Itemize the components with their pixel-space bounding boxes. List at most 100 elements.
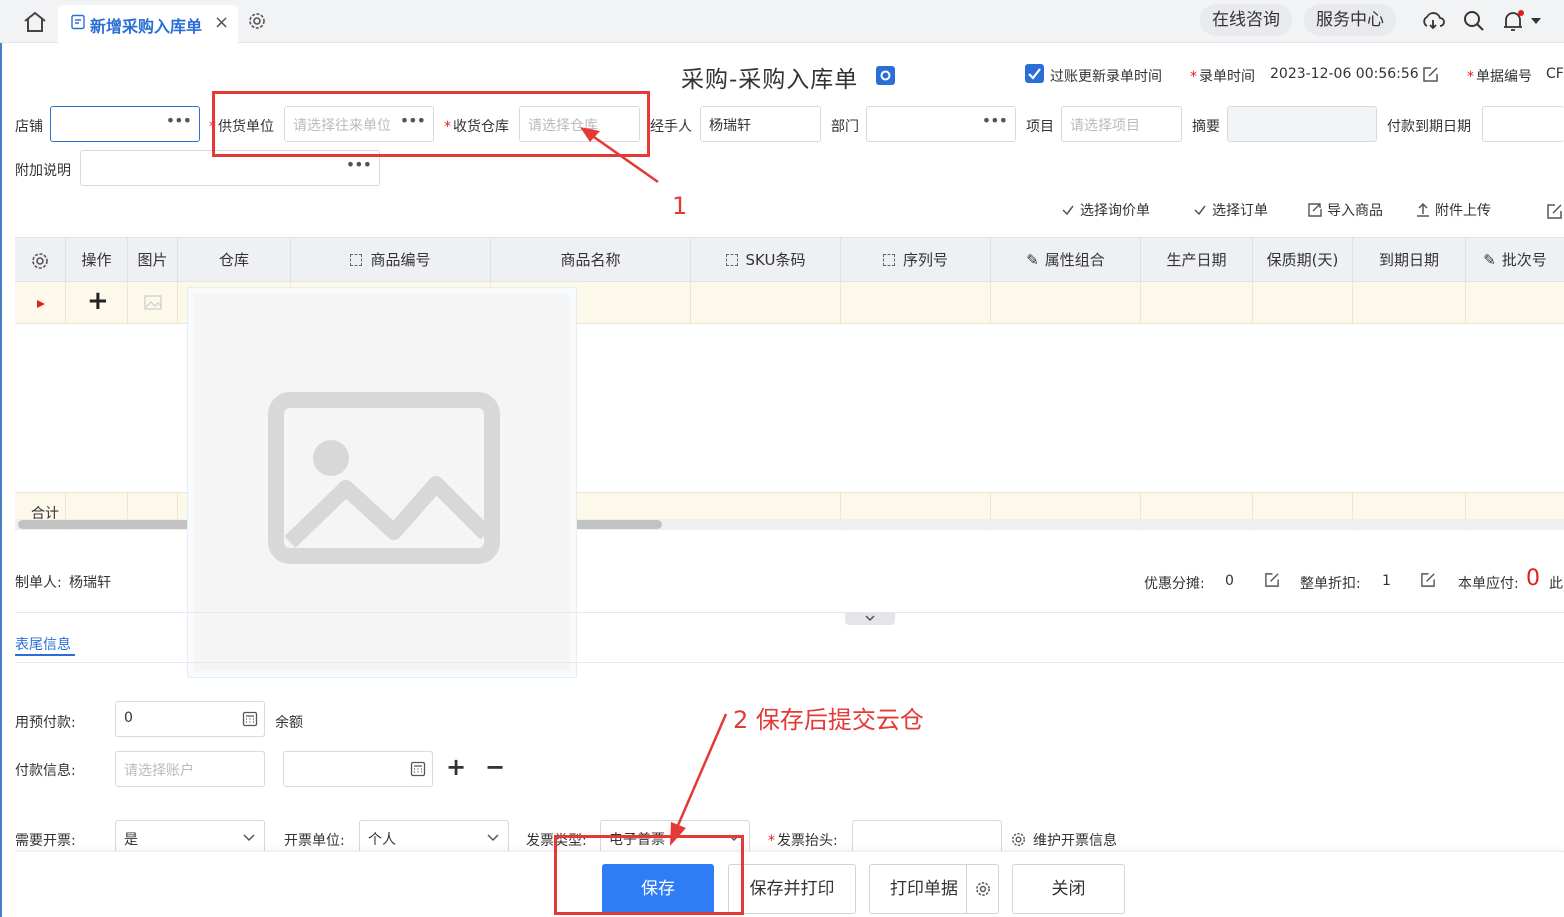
page-title: 采购-采购入库单	[681, 67, 859, 93]
shop-label: 店铺	[15, 119, 43, 135]
remark-label: 附加说明	[15, 163, 71, 179]
close-icon[interactable]: ×	[214, 12, 229, 33]
print-doc-button[interactable]: 打印单据	[869, 864, 999, 914]
more-icon[interactable]: •••	[982, 111, 1008, 130]
import-icon	[1308, 203, 1322, 217]
gear-icon[interactable]	[876, 66, 895, 85]
payable-suffix: 此	[1549, 576, 1563, 592]
column-settings[interactable]	[15, 238, 66, 283]
gear-icon[interactable]	[29, 250, 51, 272]
scan-icon	[725, 254, 738, 266]
col-header-warehouse: 仓库	[178, 238, 291, 283]
doc-no-label: * 单据编号	[1467, 69, 1532, 85]
col-header-batch: ✎ 批次号	[1483, 251, 1547, 269]
divider	[15, 612, 1564, 613]
divider	[15, 662, 1564, 663]
chevron-down-icon	[865, 615, 875, 622]
col-header-ops: 操作	[66, 238, 128, 283]
handler-input[interactable]: 杨瑞轩	[700, 106, 821, 142]
due-date-input[interactable]	[1482, 106, 1564, 142]
annotation-label-2: 2 保存后提交云仓	[733, 706, 924, 734]
remove-payment-button[interactable]: −	[485, 753, 505, 781]
collapse-toggle[interactable]	[845, 612, 895, 625]
attach-upload-button[interactable]: 附件上传	[1415, 200, 1491, 220]
gear-icon[interactable]	[974, 880, 992, 898]
dept-input[interactable]: •••	[866, 106, 1016, 142]
save-print-button[interactable]: 保存并打印	[728, 864, 856, 914]
scan-icon	[350, 254, 363, 266]
select-inquiry-button[interactable]: 选择询价单	[1060, 200, 1150, 220]
calculator-icon[interactable]	[242, 711, 258, 727]
tab-tail-info[interactable]: 表尾信息	[15, 634, 71, 654]
close-button[interactable]: 关闭	[1012, 864, 1125, 914]
prepay-input[interactable]: 0	[115, 701, 265, 737]
import-goods-button[interactable]: 导入商品	[1307, 200, 1383, 220]
gear-icon[interactable]	[246, 10, 268, 32]
whole-discount-value: 1	[1382, 573, 1391, 589]
upload-icon	[1417, 202, 1429, 217]
more-icon[interactable]: •••	[166, 111, 192, 130]
invoice-title-label: * 发票抬头:	[768, 833, 838, 849]
pencil-icon: ✎	[1026, 251, 1039, 269]
col-header-attrs: ✎ 属性组合	[991, 238, 1141, 283]
project-input[interactable]: 请选择项目	[1061, 106, 1182, 142]
document-icon	[71, 14, 85, 30]
edit-icon[interactable]	[1422, 66, 1439, 83]
bell-icon[interactable]	[1500, 8, 1526, 34]
discount-share-value: 0	[1225, 573, 1234, 589]
add-row-button[interactable]: +	[87, 286, 109, 316]
service-center-button[interactable]: 服务中心	[1304, 4, 1396, 36]
calculator-icon[interactable]	[410, 761, 426, 777]
grid-header: 操作 图片 仓库 商品编号 商品名称 SKU条码 序列号 ✎ 属性组合 生产日期 …	[15, 237, 1564, 283]
edit-icon[interactable]	[1420, 572, 1436, 588]
more-icon[interactable]: •••	[346, 155, 372, 174]
gear-icon	[1012, 833, 1025, 846]
image-preview-popup	[187, 287, 577, 678]
caret-down-icon[interactable]	[1530, 16, 1542, 26]
payable-value: 0	[1526, 566, 1540, 591]
add-payment-button[interactable]: +	[446, 753, 466, 781]
account-select[interactable]: 请选择账户	[115, 751, 265, 787]
repost-update-checkbox[interactable]	[1025, 64, 1044, 83]
image-placeholder-icon[interactable]	[144, 295, 162, 310]
pay-amount-input[interactable]	[283, 751, 433, 787]
entry-time-label: * 录单时间	[1190, 69, 1255, 85]
tab-underline	[15, 654, 75, 656]
need-invoice-label: 需要开票:	[15, 833, 76, 849]
tab-title: 新增采购入库单	[90, 17, 203, 36]
home-icon[interactable]	[22, 10, 48, 34]
balance-label: 余额	[275, 715, 303, 731]
cloud-download-icon[interactable]	[1420, 8, 1446, 34]
annotation-arrow-2	[670, 713, 728, 846]
online-consult-button[interactable]: 在线咨询	[1200, 4, 1292, 36]
summary-label: 摘要	[1192, 119, 1220, 135]
col-header-goods-code: 商品编号	[291, 238, 491, 283]
edit-icon[interactable]	[1264, 572, 1280, 588]
tab-bar: 新增采购入库单 × 在线咨询 服务中心	[0, 0, 1564, 43]
scan-icon	[882, 254, 895, 266]
entry-time-value: 2023-12-06 00:56:56	[1270, 66, 1419, 82]
search-icon[interactable]	[1461, 8, 1487, 34]
chevron-down-icon	[243, 834, 255, 842]
chevron-down-icon	[487, 834, 499, 842]
col-header-shelf-life: 保质期(天)	[1253, 238, 1353, 283]
export-icon[interactable]	[1546, 203, 1563, 220]
summary-input[interactable]	[1227, 106, 1377, 142]
pencil-icon: ✎	[1483, 251, 1496, 269]
col-header-image: 图片	[128, 238, 178, 283]
whole-discount-label: 整单折扣:	[1300, 576, 1361, 592]
repost-update-label: 过账更新录单时间	[1050, 69, 1162, 85]
image-placeholder-icon	[268, 392, 500, 564]
maintain-invoice-link[interactable]: 维护开票信息	[1010, 830, 1117, 850]
left-border	[0, 43, 2, 917]
select-order-button[interactable]: 选择订单	[1192, 200, 1268, 220]
current-row-icon	[37, 300, 45, 308]
check-icon	[1194, 205, 1206, 216]
annotation-arrow-1	[580, 127, 659, 184]
shop-input[interactable]: •••	[50, 106, 200, 142]
discount-share-label: 优惠分摊:	[1144, 576, 1205, 592]
creator-label: 制单人:	[15, 575, 62, 591]
check-icon	[1062, 205, 1074, 216]
tab-new-purchase-receipt[interactable]: 新增采购入库单 ×	[58, 5, 238, 43]
doc-no-value: CF	[1546, 66, 1564, 82]
